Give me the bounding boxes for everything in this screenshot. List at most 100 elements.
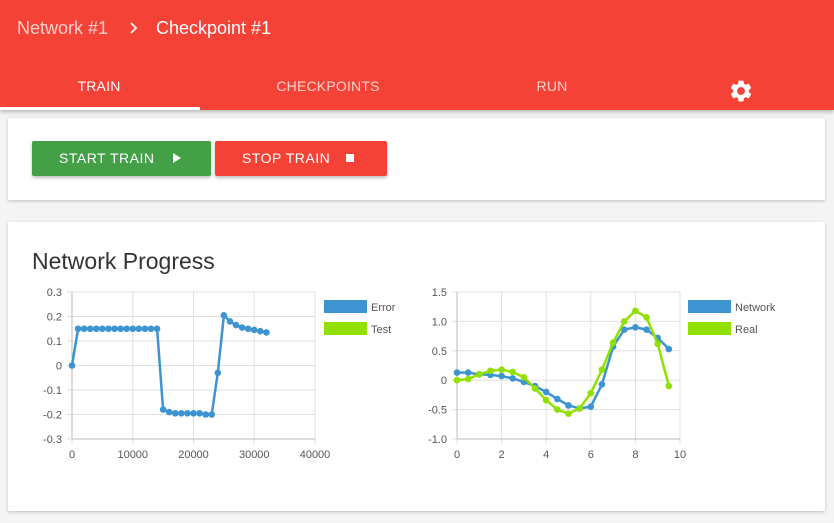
chart1-y-tick-label: -0.2 xyxy=(43,410,62,422)
chart2-point-network xyxy=(587,403,595,410)
start-train-button[interactable]: START TRAIN xyxy=(32,141,211,176)
chart1-point-error xyxy=(165,408,173,416)
chart1-point-error xyxy=(214,369,222,377)
chart1-y-tick-label: -0.3 xyxy=(43,434,62,446)
chart2-point-network xyxy=(598,381,606,388)
chart2-legend-swatch-network xyxy=(688,300,731,313)
chart1-point-error xyxy=(190,409,197,417)
chart2-point-real xyxy=(620,318,628,325)
chart1-x-tick-label: 40000 xyxy=(300,449,331,461)
active-tab-indicator xyxy=(0,107,200,110)
chart1-legend-swatch-test xyxy=(324,322,367,335)
chart1-point-error xyxy=(250,326,258,334)
chart1-point-error xyxy=(74,325,82,333)
chart2-point-real xyxy=(531,385,539,392)
chart2-point-real xyxy=(464,375,472,383)
start-train-label: START TRAIN xyxy=(59,150,155,166)
chart1-point-error xyxy=(135,325,143,333)
chart1-y-tick-label: -0.1 xyxy=(43,385,62,397)
tab-run[interactable]: RUN xyxy=(452,62,652,110)
chart2-point-real xyxy=(643,313,650,321)
chart2-x-tick-label: 10 xyxy=(674,449,686,461)
chart1-point-error xyxy=(68,362,76,369)
chart2-series-line-network xyxy=(457,326,670,410)
chart2-point-network xyxy=(665,345,673,353)
chart1-legend-label-error: Error xyxy=(371,302,396,314)
chart2-legend-swatch-real xyxy=(688,322,731,335)
chart2-point-real xyxy=(476,371,483,378)
chart2-y-tick-label: -1.0 xyxy=(428,434,447,446)
chart2-point-real xyxy=(542,396,550,404)
chart2-point-real xyxy=(509,368,517,376)
chart1-x-tick-label: 30000 xyxy=(239,449,270,461)
chart2-legend-label-real: Real xyxy=(735,324,758,336)
chart1-x-tick-label: 0 xyxy=(69,449,75,461)
chart1-point-error xyxy=(184,409,191,417)
stop-train-label: STOP TRAIN xyxy=(242,150,331,166)
progress-card: Network Progress 0.3 0.2 0.1 0 -0.1 -0.2 -0.3 0… xyxy=(8,222,825,511)
chart2-x-tick-label: 2 xyxy=(499,449,505,461)
chart1-point-error xyxy=(244,325,252,333)
chart1-x-tick-label: 20000 xyxy=(178,449,209,461)
chart2-point-network xyxy=(464,369,472,376)
chart2-point-network xyxy=(509,375,517,382)
breadcrumb-current: Checkpoint #1 xyxy=(156,18,272,38)
gear-icon[interactable] xyxy=(728,78,754,104)
chart2-point-network xyxy=(542,388,550,396)
chart1-legend-label-test: Test xyxy=(371,324,391,336)
chart1-point-error xyxy=(153,325,161,333)
chart1-point-error xyxy=(159,406,167,413)
chart2-point-real xyxy=(453,376,461,384)
chart2-point-real xyxy=(487,367,494,375)
chart1-point-error xyxy=(105,325,112,333)
chart1: 0.3 0.2 0.1 0 -0.1 -0.2 -0.3 0 10000 20000 30000 40… xyxy=(43,287,396,461)
chart2-y-tick-label: 0 xyxy=(441,375,447,387)
chart1-point-error xyxy=(129,325,137,333)
tab-train[interactable]: TRAIN xyxy=(0,62,198,110)
chart2-point-real xyxy=(598,366,606,373)
chart2-point-network xyxy=(632,323,639,331)
chart2-point-real xyxy=(632,307,639,315)
chart2-point-real xyxy=(609,339,617,346)
chart1-point-error xyxy=(111,325,118,333)
chart2-point-real xyxy=(520,373,528,381)
tab-checkpoints[interactable]: CHECKPOINTS xyxy=(228,62,428,110)
chart1-point-error xyxy=(147,325,155,333)
chart1-point-error xyxy=(141,325,149,333)
chart1-point-error xyxy=(238,324,246,331)
chart2-y-tick-label: 1.5 xyxy=(432,287,447,299)
chart2-x-tick-label: 6 xyxy=(588,449,594,461)
chart1-point-error xyxy=(263,329,270,336)
chart1-y-tick-label: 0.2 xyxy=(47,312,62,324)
chart1-point-error xyxy=(220,311,228,319)
chart2-legend-label-network: Network xyxy=(735,302,776,314)
chart2-point-real xyxy=(654,340,661,348)
chart1-point-error xyxy=(117,325,124,333)
chart1-point-error xyxy=(232,321,240,329)
chevron-right-icon xyxy=(130,22,138,34)
chart1-point-error xyxy=(226,318,234,325)
chart1-point-error xyxy=(123,325,130,333)
stop-train-button[interactable]: STOP TRAIN xyxy=(215,141,387,176)
chart2-point-network xyxy=(498,372,505,380)
breadcrumb-root[interactable]: Network #1 xyxy=(17,18,108,39)
chart1-point-error xyxy=(257,327,264,335)
chart2-point-real xyxy=(498,366,505,373)
stop-icon xyxy=(346,154,354,162)
chart2-point-real xyxy=(587,389,595,397)
app-bar: Network #1 Checkpoint #1 TRAIN CHECKPOIN… xyxy=(0,0,834,110)
chart1-y-tick-label: 0.1 xyxy=(47,336,62,348)
chart1-point-error xyxy=(86,325,94,333)
chart1-point-error xyxy=(171,409,179,417)
controls-card: START TRAIN STOP TRAIN xyxy=(8,118,825,200)
chart1-point-error xyxy=(196,409,203,417)
chart2-point-real xyxy=(665,382,673,390)
chart1-legend-swatch-error xyxy=(324,300,367,313)
chart2-point-real xyxy=(565,410,572,418)
chart2-point-network xyxy=(643,326,650,333)
progress-charts: 0.30.20.10-0.1-0.2-0.30 10000 20000 30000 40… xyxy=(43,287,776,461)
chart2-point-real xyxy=(576,405,583,412)
chart2-point-real xyxy=(554,406,561,413)
chart2: 1.5 1.0 0.5 0 -0.5 -1.0 0 2 4 6 8 10 Network Real xyxy=(428,287,776,461)
chart1-point-error xyxy=(202,411,209,418)
